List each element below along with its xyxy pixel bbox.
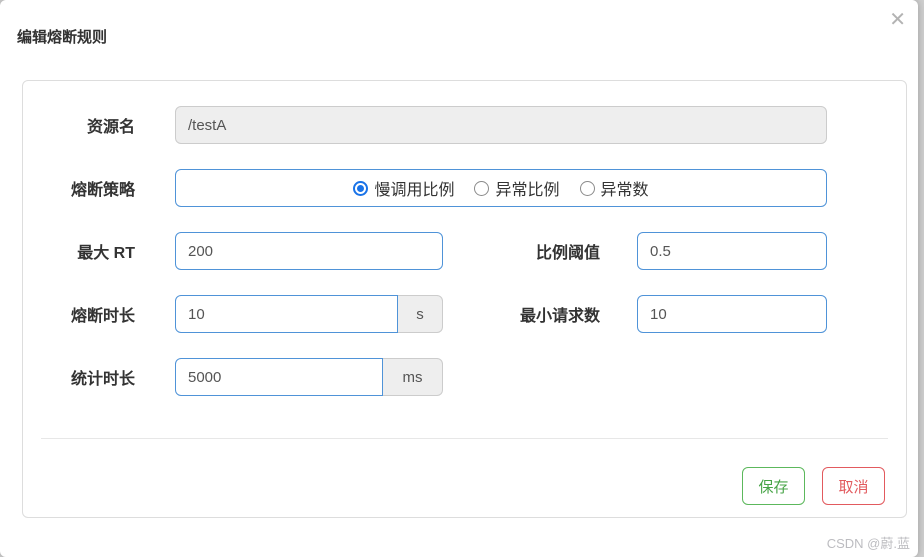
dialog-header: 编辑熔断规则 ✕	[0, 0, 918, 64]
seconds-unit-addon: s	[398, 295, 443, 333]
ratio-threshold-input[interactable]	[637, 232, 827, 270]
save-button[interactable]: 保存	[742, 467, 805, 505]
radio-unchecked-icon	[474, 180, 490, 196]
break-duration-input[interactable]	[175, 295, 398, 333]
dialog-footer: 保存 取消	[23, 467, 906, 505]
csdn-watermark: CSDN @蔚.蓝	[826, 536, 910, 551]
strategy-radio-group: 慢调用比例 异常比例 异常数	[175, 169, 827, 207]
max-rt-label: 最大 RT	[77, 245, 135, 262]
radio-label: 异常比例	[495, 182, 560, 199]
radio-slow-call-ratio[interactable]: 慢调用比例	[353, 176, 454, 200]
cancel-button[interactable]: 取消	[822, 467, 885, 505]
milliseconds-unit-addon: ms	[383, 358, 443, 396]
min-requests-input[interactable]	[637, 295, 827, 333]
row-duration-minrequests: 熔断时长 s 最小请求数	[23, 295, 906, 333]
form-panel: 资源名 熔断策略 慢调用比例 异常比例 异常数	[22, 80, 907, 518]
edit-degrade-rule-dialog: 编辑熔断规则 ✕ 资源名 熔断策略 慢调用比例 异常比例	[0, 0, 918, 557]
strategy-label: 熔断策略	[70, 182, 135, 199]
stat-duration-group: ms	[175, 358, 443, 396]
radio-label: 慢调用比例	[374, 182, 455, 199]
resource-input	[175, 106, 827, 144]
resource-label: 资源名	[86, 119, 135, 136]
radio-unchecked-icon	[579, 180, 595, 196]
row-strategy: 熔断策略 慢调用比例 异常比例 异常数	[23, 169, 906, 207]
radio-exception-ratio[interactable]: 异常比例	[474, 176, 560, 200]
radio-checked-icon	[353, 180, 369, 196]
radio-label: 异常数	[600, 182, 649, 199]
dialog-title: 编辑熔断规则	[17, 29, 108, 46]
radio-exception-count[interactable]: 异常数	[579, 176, 649, 200]
close-icon[interactable]: ✕	[889, 10, 906, 30]
break-duration-group: s	[175, 295, 443, 333]
max-rt-input[interactable]	[175, 232, 443, 270]
min-requests-label: 最小请求数	[519, 308, 600, 325]
break-duration-label: 熔断时长	[70, 308, 135, 325]
stat-duration-input[interactable]	[175, 358, 383, 396]
footer-divider	[41, 438, 888, 439]
ratio-threshold-label: 比例阈值	[535, 245, 600, 262]
row-maxrt-threshold: 最大 RT 比例阈值	[23, 232, 906, 270]
stat-duration-label: 统计时长	[70, 371, 135, 388]
row-resource: 资源名	[23, 106, 906, 144]
row-stat-duration: 统计时长 ms	[23, 358, 906, 396]
